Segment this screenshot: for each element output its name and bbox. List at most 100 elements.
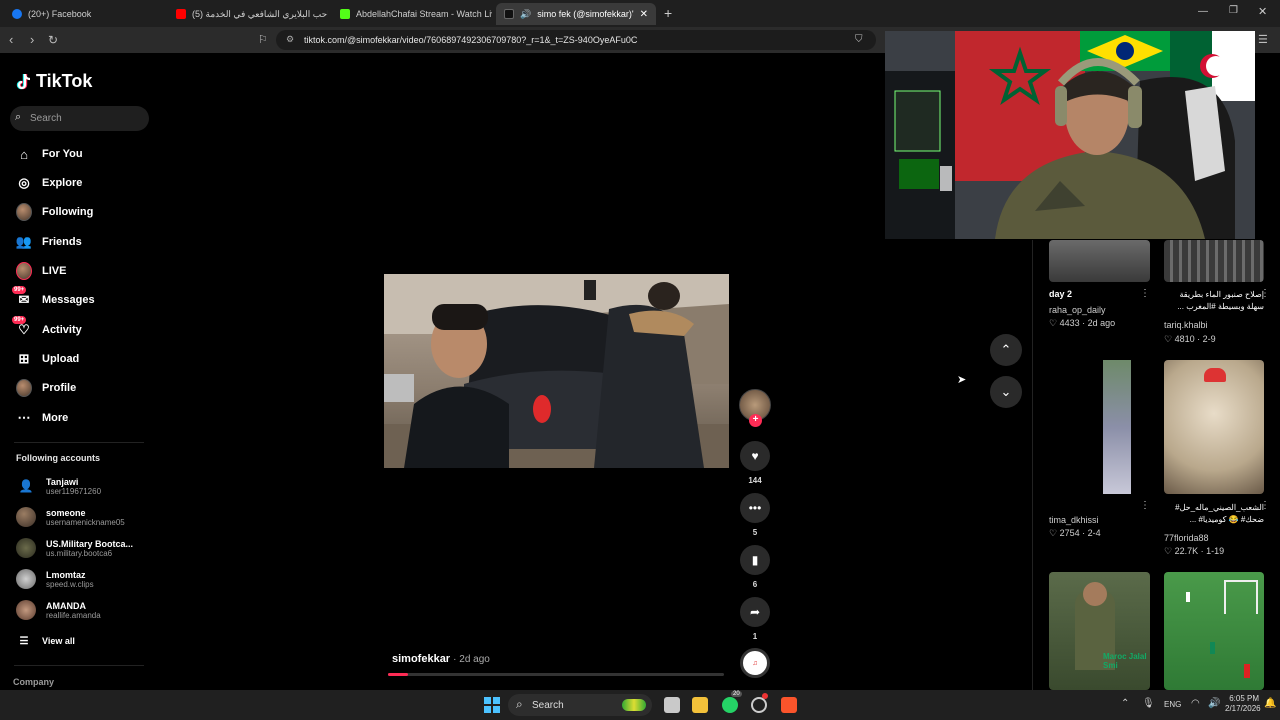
card-date: 2-9 — [1202, 334, 1216, 344]
back-icon[interactable]: ‹ — [9, 31, 13, 49]
follow-plus-icon[interactable]: + — [749, 414, 762, 427]
card-more-icon[interactable]: ⋮ — [1260, 288, 1270, 299]
volume-icon[interactable]: 🔊 — [1208, 698, 1220, 709]
progress-track[interactable] — [388, 673, 724, 676]
card-more-icon[interactable]: ⋮ — [1260, 500, 1270, 511]
nav-following[interactable]: Following — [16, 203, 93, 221]
nav-friends[interactable]: 👥 Friends — [16, 234, 82, 250]
close-tab-icon[interactable]: ✕ — [640, 9, 648, 20]
card-meta: ♡ 22.7K · 1-19 — [1164, 546, 1225, 556]
share-icon: ➦ — [749, 605, 761, 619]
like-button[interactable]: ♥ — [740, 441, 770, 471]
tab-tiktok[interactable]: 🔊 simo fek (@simofekkar)'s video ✕ — [496, 3, 656, 25]
reload-icon[interactable]: ↻ — [48, 31, 58, 49]
shield-icon[interactable]: ⛉ — [855, 31, 863, 49]
site-info-icon[interactable]: ⚙ — [286, 34, 294, 45]
nav-messages[interactable]: ✉ 99+ Messages — [12, 286, 95, 308]
chevron-down-icon: ⌄ — [1000, 384, 1012, 399]
microphone-icon[interactable]: 🎙 — [1142, 698, 1155, 709]
language-indicator[interactable]: ENG — [1164, 700, 1181, 709]
app-icon[interactable] — [751, 693, 768, 713]
nav-label: More — [42, 412, 69, 424]
divider — [14, 665, 144, 666]
panel-divider — [1032, 240, 1033, 690]
account-item[interactable]: 👤 Tanjawi user119671260 — [16, 476, 101, 496]
video-thumbnail[interactable] — [1164, 572, 1264, 690]
comment-count: 5 — [752, 528, 758, 537]
nav-upload[interactable]: ⊞ Upload — [16, 351, 80, 367]
account-handle: user119671260 — [46, 486, 102, 496]
wifi-icon[interactable]: ◠ — [1191, 698, 1200, 709]
file-explorer-icon[interactable] — [692, 697, 708, 713]
goal-post — [1224, 580, 1258, 614]
menu-icon[interactable]: ☰ — [1258, 31, 1268, 49]
comment-button[interactable]: ••• — [740, 493, 770, 523]
clock-date: 2/17/2026 — [1225, 704, 1261, 713]
card-user[interactable]: tariq.khalbi — [1164, 320, 1208, 330]
whatsapp-icon[interactable]: 20 — [722, 691, 742, 713]
tab-youtube[interactable]: صاحب البلايري الشافعي في الخدمة (5) — [168, 3, 328, 25]
save-button[interactable]: ▮ — [740, 545, 770, 575]
brave-browser-icon[interactable] — [781, 697, 797, 713]
nav-label: Activity — [42, 324, 82, 336]
previous-video-button[interactable]: ⌃ — [990, 334, 1022, 366]
account-item[interactable]: someone usernamenickname05 — [16, 507, 125, 527]
video-thumbnail[interactable] — [1164, 240, 1264, 282]
browser-tab-bar: (20+) Facebook صاحب البلايري الشافعي في … — [0, 0, 1280, 27]
tab-kick[interactable]: AbdellahChafai Stream - Watch Live — [332, 3, 492, 25]
nav-activity[interactable]: ♡ 99+ Activity — [12, 316, 82, 338]
tab-label: (20+) Facebook — [28, 9, 92, 19]
home-icon: ⌂ — [20, 146, 28, 162]
video-thumbnail[interactable] — [1049, 240, 1150, 282]
account-item[interactable]: Lmomtaz speed.w.clips — [16, 569, 94, 589]
video-player[interactable] — [384, 274, 729, 468]
card-title[interactable]: الشعب_الصيني_ماله_حل# ضحك# 😂 كوميديا# ..… — [1164, 502, 1264, 526]
tab-facebook[interactable]: (20+) Facebook — [4, 3, 164, 25]
search-input[interactable]: ⌕ Search — [10, 106, 149, 131]
card-more-icon[interactable]: ⋮ — [1140, 288, 1150, 299]
clock[interactable]: 6:05 PM 2/17/2026 — [1225, 694, 1261, 714]
notification-dot — [762, 693, 768, 699]
view-all-link[interactable]: ☰ View all — [16, 633, 75, 649]
video-frame-image — [384, 274, 729, 468]
new-tab-button[interactable]: + — [664, 5, 672, 21]
account-handle: us.military.bootca6 — [46, 548, 113, 558]
card-title[interactable]: day 2 — [1049, 289, 1072, 299]
bookmark-icon[interactable]: ⚐ — [258, 31, 268, 49]
tray-chevron-icon[interactable]: ⌃ — [1121, 698, 1129, 709]
card-date: 2d ago — [1087, 318, 1116, 328]
card-more-icon[interactable]: ⋮ — [1140, 500, 1150, 511]
card-title[interactable]: إصلاح صنبور الماء بطريقة سهلة وبسيطة #ال… — [1164, 289, 1264, 313]
close-window-button[interactable]: ✕ — [1258, 5, 1267, 18]
company-link[interactable]: Company — [13, 677, 54, 687]
nav-live[interactable]: LIVE — [16, 262, 66, 280]
nav-profile[interactable]: Profile — [16, 379, 76, 397]
nav-explore[interactable]: ◎ Explore — [16, 175, 82, 191]
card-user[interactable]: raha_op_daily — [1049, 305, 1106, 315]
tab-label: صاحب البلايري الشافعي في الخدمة (5) — [192, 8, 328, 19]
account-item[interactable]: AMANDA reallife.amanda — [16, 600, 101, 620]
card-user[interactable]: 77florida88 — [1164, 533, 1209, 543]
video-author[interactable]: simofekkar — [392, 653, 450, 665]
taskbar-search-label: Search — [532, 699, 564, 711]
restore-button[interactable]: ❐ — [1229, 5, 1238, 16]
video-thumbnail[interactable]: Maroc Jalal Smi — [1049, 572, 1150, 690]
notification-bell-icon[interactable]: 🔔 — [1264, 698, 1276, 709]
following-accounts-title: Following accounts — [16, 453, 101, 463]
next-video-button[interactable]: ⌄ — [990, 376, 1022, 408]
taskbar-search[interactable]: ⌕ Search — [508, 694, 652, 716]
url-field[interactable]: ⚙ tiktok.com/@simofekkar/video/760689749… — [276, 30, 876, 50]
music-disc[interactable]: ♫ — [740, 648, 770, 678]
tiktok-logo[interactable]: TikTok — [16, 71, 92, 92]
video-thumbnail[interactable] — [1164, 360, 1264, 494]
nav-for-you[interactable]: ⌂ For You — [16, 146, 82, 162]
task-view-icon[interactable] — [664, 697, 680, 713]
account-item[interactable]: US.Military Bootca... us.military.bootca6 — [16, 538, 133, 558]
forward-icon[interactable]: › — [30, 31, 34, 49]
nav-more[interactable]: ⋯ More — [16, 410, 69, 426]
windows-start-icon[interactable] — [484, 697, 500, 713]
video-thumbnail[interactable] — [1049, 360, 1150, 496]
share-button[interactable]: ➦ — [740, 597, 770, 627]
minimize-button[interactable]: — — [1198, 6, 1208, 17]
card-user[interactable]: tima_dkhissi — [1049, 515, 1099, 525]
